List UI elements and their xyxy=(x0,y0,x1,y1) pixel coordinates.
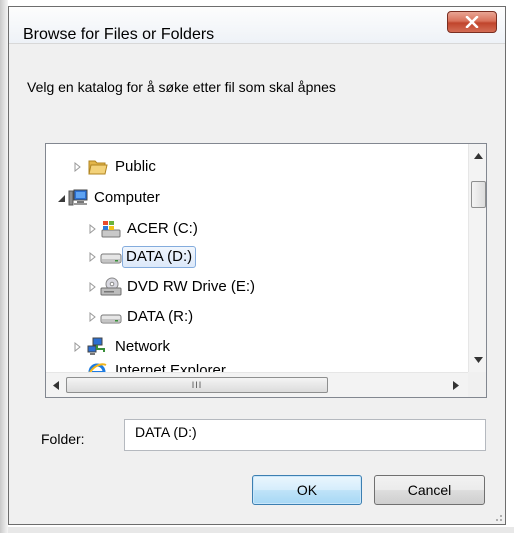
arrow-up-icon xyxy=(473,153,483,159)
collapse-arrow-icon[interactable] xyxy=(58,193,66,203)
window-title: Browse for Files or Folders xyxy=(23,26,215,43)
tree-item-label: ACER (C:) xyxy=(127,220,198,237)
folder-icon xyxy=(88,160,108,175)
tree-item-label: Computer xyxy=(94,189,160,206)
tree-item-dvd-e[interactable]: DVD RW Drive (E:) xyxy=(46,274,466,300)
internet-explorer-icon xyxy=(88,363,107,372)
instruction-text: Velg en katalog for å søke etter fil som… xyxy=(27,79,336,95)
expand-arrow-icon[interactable] xyxy=(74,162,82,172)
tree-item-internet-explorer[interactable]: Internet Explorer xyxy=(46,358,466,372)
arrow-right-icon xyxy=(453,380,459,390)
expand-arrow-icon[interactable] xyxy=(89,224,97,234)
expand-arrow-icon[interactable] xyxy=(89,282,97,292)
tree-item-label: Public xyxy=(115,158,156,175)
expand-arrow-icon[interactable] xyxy=(74,342,82,352)
tree-item-network[interactable]: Network xyxy=(46,334,466,360)
expand-arrow-icon[interactable] xyxy=(89,312,97,322)
folder-tree: Public Computer ACER (C:) DATA (D:) DVD … xyxy=(45,143,487,398)
horizontal-scrollbar[interactable]: III xyxy=(46,372,468,397)
folder-label: Folder: xyxy=(41,431,85,447)
tree-item-label: Network xyxy=(115,338,171,355)
tree-item-label: DATA (D:) xyxy=(122,246,197,268)
scroll-right-button[interactable] xyxy=(448,377,464,393)
scroll-corner xyxy=(468,372,486,397)
vertical-scroll-thumb[interactable] xyxy=(471,181,486,208)
background-strip xyxy=(0,0,8,533)
hard-drive-icon xyxy=(100,314,122,324)
windows-drive-icon xyxy=(101,221,121,238)
cancel-button[interactable]: Cancel xyxy=(374,475,485,505)
dvd-drive-icon xyxy=(100,277,122,296)
ok-button[interactable]: OK xyxy=(252,475,362,505)
tree-item-data-r[interactable]: DATA (R:) xyxy=(46,304,466,330)
scroll-grip: III xyxy=(191,380,203,390)
tree-item-acer-c[interactable]: ACER (C:) xyxy=(46,216,466,242)
scroll-left-button[interactable] xyxy=(48,377,64,393)
browse-dialog: Browse for Files or Folders Velg en kata… xyxy=(8,6,506,525)
close-x-icon xyxy=(465,16,479,28)
hard-drive-icon xyxy=(100,253,122,264)
vertical-scrollbar[interactable] xyxy=(468,144,486,372)
computer-icon xyxy=(68,189,88,206)
network-icon xyxy=(87,337,105,355)
arrow-down-icon xyxy=(473,357,483,363)
tree-item-label: DVD RW Drive (E:) xyxy=(127,278,256,295)
tree-item-data-d[interactable]: DATA (D:) xyxy=(46,244,466,270)
tree-item-public[interactable]: Public xyxy=(46,154,466,180)
resize-grip-icon[interactable] xyxy=(493,512,503,522)
scroll-down-button[interactable] xyxy=(470,352,486,368)
tree-view[interactable]: Public Computer ACER (C:) DATA (D:) DVD … xyxy=(46,144,468,372)
folder-input[interactable] xyxy=(124,419,486,451)
scroll-up-button[interactable] xyxy=(470,148,486,164)
horizontal-scroll-thumb[interactable]: III xyxy=(66,377,328,393)
tree-item-label: DATA (R:) xyxy=(127,308,194,325)
tree-item-label: Internet Explorer xyxy=(115,362,226,372)
close-button[interactable] xyxy=(447,11,497,33)
arrow-left-icon xyxy=(53,380,59,390)
expand-arrow-icon[interactable] xyxy=(89,252,97,262)
background-strip-bottom xyxy=(8,527,514,533)
title-bar[interactable]: Browse for Files or Folders xyxy=(9,7,505,44)
tree-item-computer[interactable]: Computer xyxy=(46,185,466,211)
